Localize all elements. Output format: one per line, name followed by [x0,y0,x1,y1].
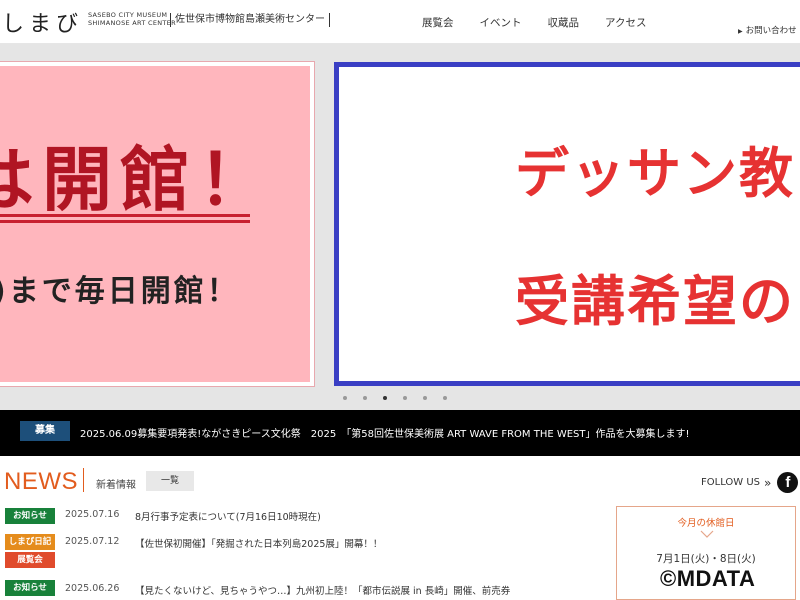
carousel-dot-active[interactable] [383,396,387,400]
slide-drawing-class[interactable]: デッサン教 受講希望の [334,62,800,386]
carousel-dot[interactable] [403,396,407,400]
facebook-icon[interactable]: f [777,472,799,493]
news-title[interactable]: 【佐世保初開催】「発掘された日本列島2025展」開幕！！ [135,536,382,550]
nav-item-access[interactable]: アクセス [605,15,646,30]
nav-item-events[interactable]: イベント [480,15,522,30]
slide-subtitle: 受講希望の [515,270,795,333]
contact-label: お問い合わせ [745,26,797,36]
tag-diary[interactable]: しまび日記 [5,534,55,550]
carousel-dots [343,396,447,400]
ticker-link[interactable]: 2025.06.09募集要項発表!ながさきピース文化祭 2025 「第58回佐世… [80,425,690,440]
logo-japanese-name: 佐世保市博物館島瀬美術センター [170,13,330,27]
news-heading: NEWS [4,468,78,495]
slide-title: デッサン教 [515,142,795,205]
news-date: 2025.07.16 [65,509,120,520]
news-subheading: 新着情報 [96,480,136,491]
slide-subtitle: )まで毎日開館！ [0,274,240,309]
carousel-dot[interactable] [363,396,367,400]
heading-divider [83,468,84,492]
news-item[interactable]: しまび日記 展覧会 2025.07.12 【佐世保初開催】「発掘された日本列島2… [5,534,595,570]
news-title[interactable]: 【見たくないけど、見ちゃうやつ…】九州初上陸！「都市伝説展 in 長崎」開催、前… [135,583,510,597]
hero-carousel[interactable]: は開館！ )まで毎日開館！ デッサン教 受講希望の [0,44,800,410]
closed-days-dates: 7月1日(火)・8日(火) [656,553,756,565]
tag-notice[interactable]: お知らせ [5,580,55,596]
logo-english-name: SASEBO CITY MUSEUM SHIMANOSE ART CENTER [88,11,176,27]
watermark: ©MDATA [660,566,756,591]
news-all-button[interactable]: 一覧 [146,471,194,491]
logo-english-line2: SHIMANOSE ART CENTER [88,19,176,27]
news-date: 2025.06.26 [65,583,120,594]
news-item[interactable]: お知らせ 2025.06.26 【見たくないけど、見ちゃうやつ…】九州初上陸！「… [5,580,595,600]
tag-notice[interactable]: お知らせ [5,508,55,524]
news-date: 2025.07.12 [65,536,120,547]
site-logo[interactable]: しまび [2,6,83,38]
slide-underline [0,220,250,223]
carousel-dot[interactable] [343,396,347,400]
site-header: しまび SASEBO CITY MUSEUM SHIMANOSE ART CEN… [0,0,800,44]
tag-exhibition[interactable]: 展覧会 [5,552,55,568]
chevron-down-icon[interactable] [700,527,714,541]
slide-opening-notice[interactable]: は開館！ )まで毎日開館！ [0,61,315,387]
contact-link[interactable]: ▶ お問い合わせ [738,24,797,36]
news-ticker: 募集 2025.06.09募集要項発表!ながさきピース文化祭 2025 「第58… [0,410,800,456]
carousel-dot[interactable] [423,396,427,400]
chevrons-right-icon: » [764,475,772,490]
slide-underline [0,214,250,217]
main-nav: 展覧会 イベント 収蔵品 アクセス [422,15,646,30]
nav-item-collection[interactable]: 収蔵品 [548,15,580,30]
ticker-badge: 募集 [20,421,70,441]
news-item[interactable]: お知らせ 2025.07.16 8月行事予定表について(7月16日10時現在) [5,506,595,526]
triangle-right-icon: ▶ [738,28,743,35]
news-title[interactable]: 8月行事予定表について(7月16日10時現在) [135,509,321,523]
follow-us[interactable]: FOLLOW US » f [701,472,799,493]
follow-label: FOLLOW US [701,477,761,488]
slide-title: は開館！ [0,139,276,221]
logo-english-line1: SASEBO CITY MUSEUM [88,11,168,19]
carousel-dot[interactable] [443,396,447,400]
nav-item-exhibitions[interactable]: 展覧会 [422,15,454,30]
